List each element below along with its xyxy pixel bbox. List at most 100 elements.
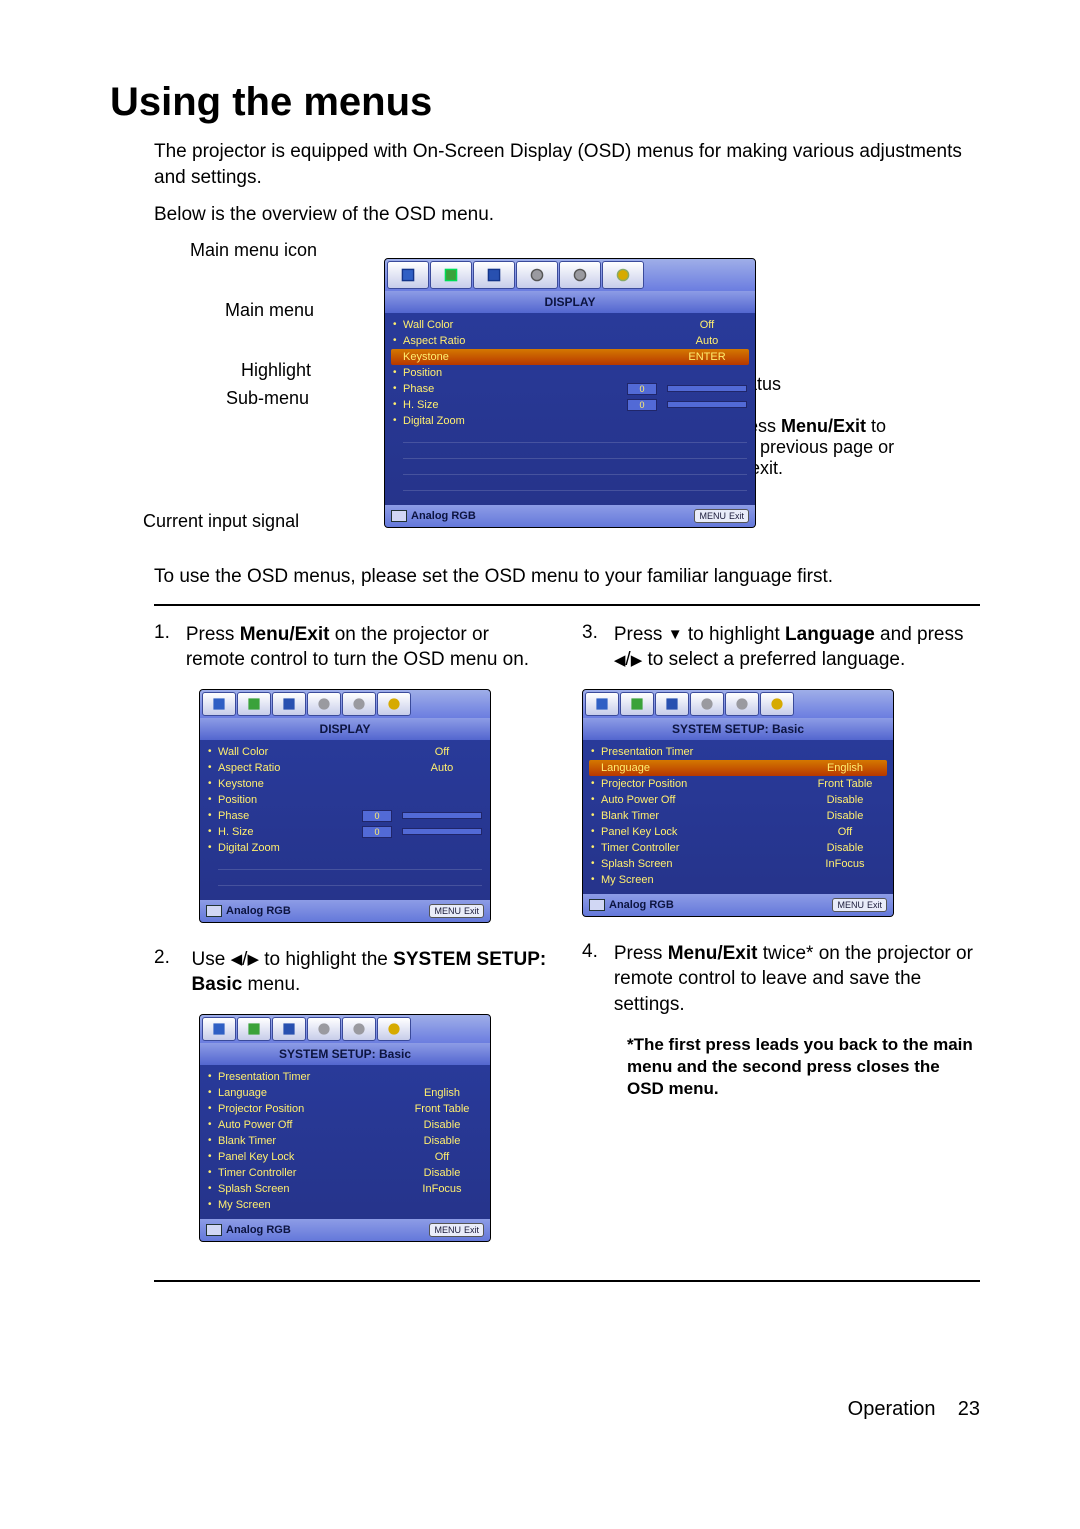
osd-tab-icon[interactable] [430,261,472,289]
osd-menu-item[interactable]: •Position [391,365,749,381]
osd-tab-icon[interactable] [202,1017,236,1041]
osd-menu-item[interactable]: •Panel Key LockOff [206,1149,484,1165]
osd-menu-exit-button[interactable]: MENUExit [429,904,484,918]
osd-tab-icon[interactable] [342,692,376,716]
osd-menu-item[interactable]: •Splash ScreenInFocus [206,1181,484,1197]
osd-input-signal: Analog RGB [589,899,674,911]
osd-input-signal: Analog RGB [391,510,476,522]
osd-tab-icon[interactable] [559,261,601,289]
osd-tab-icon[interactable] [620,692,654,716]
step-1: 1. Press Menu/Exit on the projector or r… [154,622,552,673]
osd-tab-icon[interactable] [237,692,271,716]
osd-tab-icon[interactable] [585,692,619,716]
osd-tab-icon[interactable] [237,1017,271,1041]
osd-menu-item[interactable]: •H. Size0 [206,824,484,840]
signal-icon [391,510,407,522]
step-2: 2. Use ◀/▶ to highlight the SYSTEM SETUP… [154,947,552,998]
osd-menu-item[interactable]: •H. Size0 [391,397,749,413]
osd-tab-icon[interactable] [725,692,759,716]
osd-menu-item[interactable]: •Phase0 [391,381,749,397]
osd-menu-item[interactable]: •Keystone [206,776,484,792]
osd-tab-bar [385,259,755,291]
page-footer: Operation 23 [0,1358,1080,1421]
osd-overview-panel: DISPLAY •Wall ColorOff•Aspect RatioAuto•… [384,258,756,528]
osd-tab-icon[interactable] [202,692,236,716]
step-3: 3. Press ▼ to highlight Language and pre… [582,622,980,673]
osd-title: DISPLAY [385,291,755,313]
osd-menu-item[interactable]: •Wall ColorOff [206,744,484,760]
osd-menu-item[interactable]: •Aspect RatioAuto [206,760,484,776]
osd-menu-item[interactable]: •Projector PositionFront Table [589,776,887,792]
osd-title: DISPLAY [200,718,490,740]
step-4-note: *The first press leads you back to the m… [627,1034,980,1100]
right-arrow-icon: ▶ [631,653,643,668]
right-arrow-icon: ▶ [247,952,259,967]
osd-menu-item[interactable]: •Digital Zoom [206,840,484,856]
osd-menu-item[interactable]: •LanguageEnglish [206,1085,484,1101]
osd-menu-exit-button[interactable]: MENUExit [832,898,887,912]
osd-tab-icon[interactable] [760,692,794,716]
osd-input-signal: Analog RGB [206,1224,291,1236]
callout-current-input-signal: Current input signal [143,511,299,532]
osd-tab-icon[interactable] [690,692,724,716]
osd-step3-panel: SYSTEM SETUP: Basic •Presentation Timer•… [582,689,894,917]
osd-tab-icon[interactable] [272,1017,306,1041]
osd-tab-icon[interactable] [342,1017,376,1041]
osd-tab-icon[interactable] [387,261,429,289]
osd-menu-item[interactable]: •Auto Power OffDisable [589,792,887,808]
osd-menu-item[interactable]: •Position [206,792,484,808]
step-number: 1. [154,622,170,644]
osd-menu-item[interactable]: •Splash ScreenInFocus [589,856,887,872]
osd-menu-item[interactable]: •LanguageEnglish [589,760,887,776]
divider [154,1280,980,1282]
osd-menu-item[interactable]: •Auto Power OffDisable [206,1117,484,1133]
callout-sub-menu: Sub-menu [226,388,309,409]
text: Menu/Exit [781,416,866,436]
divider [154,604,980,606]
osd-menu-item[interactable]: •Presentation Timer [589,744,887,760]
osd-tab-icon[interactable] [473,261,515,289]
osd-menu-item[interactable]: •My Screen [589,872,887,888]
osd-title: SYSTEM SETUP: Basic [583,718,893,740]
osd-tab-icon[interactable] [516,261,558,289]
osd-menu-exit-button[interactable]: MENUExit [694,509,749,523]
osd-menu-list: •Wall ColorOff•Aspect RatioAuto•Keystone… [385,313,755,435]
osd-menu-item[interactable]: •Phase0 [206,808,484,824]
step-number: 2. [154,947,176,969]
osd-menu-item[interactable]: •Presentation Timer [206,1069,484,1085]
osd-menu-item[interactable]: •My Screen [206,1197,484,1213]
callout-main-menu-icon: Main menu icon [190,240,317,261]
step-4: 4. Press Menu/Exit twice* on the project… [582,941,980,1018]
left-arrow-icon: ◀ [614,653,626,668]
osd-title: SYSTEM SETUP: Basic [200,1043,490,1065]
osd-menu-item[interactable]: •Timer ControllerDisable [589,840,887,856]
osd-tab-icon[interactable] [307,1017,341,1041]
osd-menu-item[interactable]: •KeystoneENTER [391,349,749,365]
osd-menu-item[interactable]: •Timer ControllerDisable [206,1165,484,1181]
osd-tab-icon[interactable] [655,692,689,716]
osd-tab-icon[interactable] [272,692,306,716]
post-diagram-text: To use the OSD menus, please set the OSD… [110,564,980,590]
osd-menu-item[interactable]: •Digital Zoom [391,413,749,429]
osd-tab-icon[interactable] [377,1017,411,1041]
osd-menu-item[interactable]: •Aspect RatioAuto [391,333,749,349]
osd-tab-icon[interactable] [602,261,644,289]
osd-menu-exit-button[interactable]: MENUExit [429,1223,484,1237]
osd-step1-panel: DISPLAY •Wall ColorOff•Aspect RatioAuto•… [199,689,491,923]
osd-menu-item[interactable]: •Panel Key LockOff [589,824,887,840]
left-arrow-icon: ◀ [231,952,243,967]
intro-paragraph-2: Below is the overview of the OSD menu. [110,202,980,228]
osd-menu-item[interactable]: •Blank TimerDisable [589,808,887,824]
step-number: 3. [582,622,598,644]
osd-menu-item[interactable]: •Projector PositionFront Table [206,1101,484,1117]
osd-menu-item[interactable]: •Blank TimerDisable [206,1133,484,1149]
step-number: 4. [582,941,598,963]
page-heading: Using the menus [110,80,980,125]
osd-tab-icon[interactable] [377,692,411,716]
callout-main-menu: Main menu [225,300,314,321]
osd-tab-icon[interactable] [307,692,341,716]
intro-paragraph-1: The projector is equipped with On-Screen… [110,139,980,190]
osd-menu-item[interactable]: •Wall ColorOff [391,317,749,333]
down-arrow-icon: ▼ [668,627,683,642]
callout-highlight: Highlight [241,360,311,381]
